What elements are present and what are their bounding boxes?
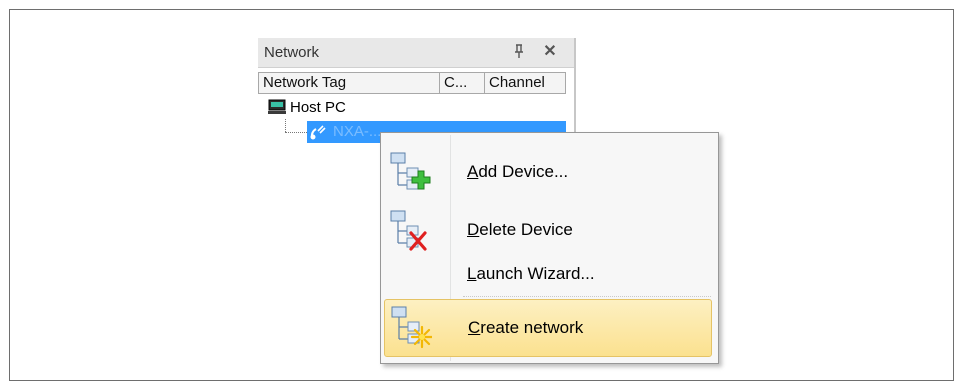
host-pc-label: Host PC bbox=[290, 99, 346, 116]
pin-icon[interactable] bbox=[512, 42, 528, 62]
column-header-row: Network Tag C... Channel bbox=[258, 72, 566, 94]
panel-title-bar: Network ✕ bbox=[258, 38, 574, 68]
menu-item-label: Delete Device bbox=[467, 220, 573, 239]
add-device-icon bbox=[389, 151, 431, 195]
device-link-icon bbox=[309, 123, 327, 141]
tree-connector-horizontal bbox=[285, 132, 307, 133]
panel-title: Network bbox=[264, 44, 320, 61]
menu-item-label: Launch Wizard... bbox=[467, 264, 595, 283]
menu-item-label: Create network bbox=[468, 318, 584, 337]
menu-separator bbox=[463, 296, 711, 297]
column-header-channel[interactable]: Channel bbox=[485, 73, 565, 93]
tree-connector-vertical bbox=[285, 119, 286, 132]
computer-icon bbox=[268, 99, 286, 115]
column-header-c[interactable]: C... bbox=[440, 73, 485, 93]
context-menu: Add Device... Delete Device Launch Wizar… bbox=[380, 132, 719, 364]
create-network-icon bbox=[390, 305, 434, 349]
menu-item-label: Add Device... bbox=[467, 162, 569, 181]
close-icon[interactable]: ✕ bbox=[541, 41, 559, 61]
delete-device-icon bbox=[389, 209, 431, 253]
menu-item-launch-wizard[interactable]: Launch Wizard... bbox=[384, 254, 715, 294]
menu-item-delete-device[interactable]: Delete Device bbox=[384, 203, 715, 257]
menu-item-add-device[interactable]: Add Device... bbox=[384, 145, 715, 199]
menu-item-create-network[interactable]: Create network bbox=[384, 299, 712, 357]
column-header-network-tag[interactable]: Network Tag bbox=[259, 73, 440, 93]
device-label: NXA-... bbox=[333, 123, 382, 140]
